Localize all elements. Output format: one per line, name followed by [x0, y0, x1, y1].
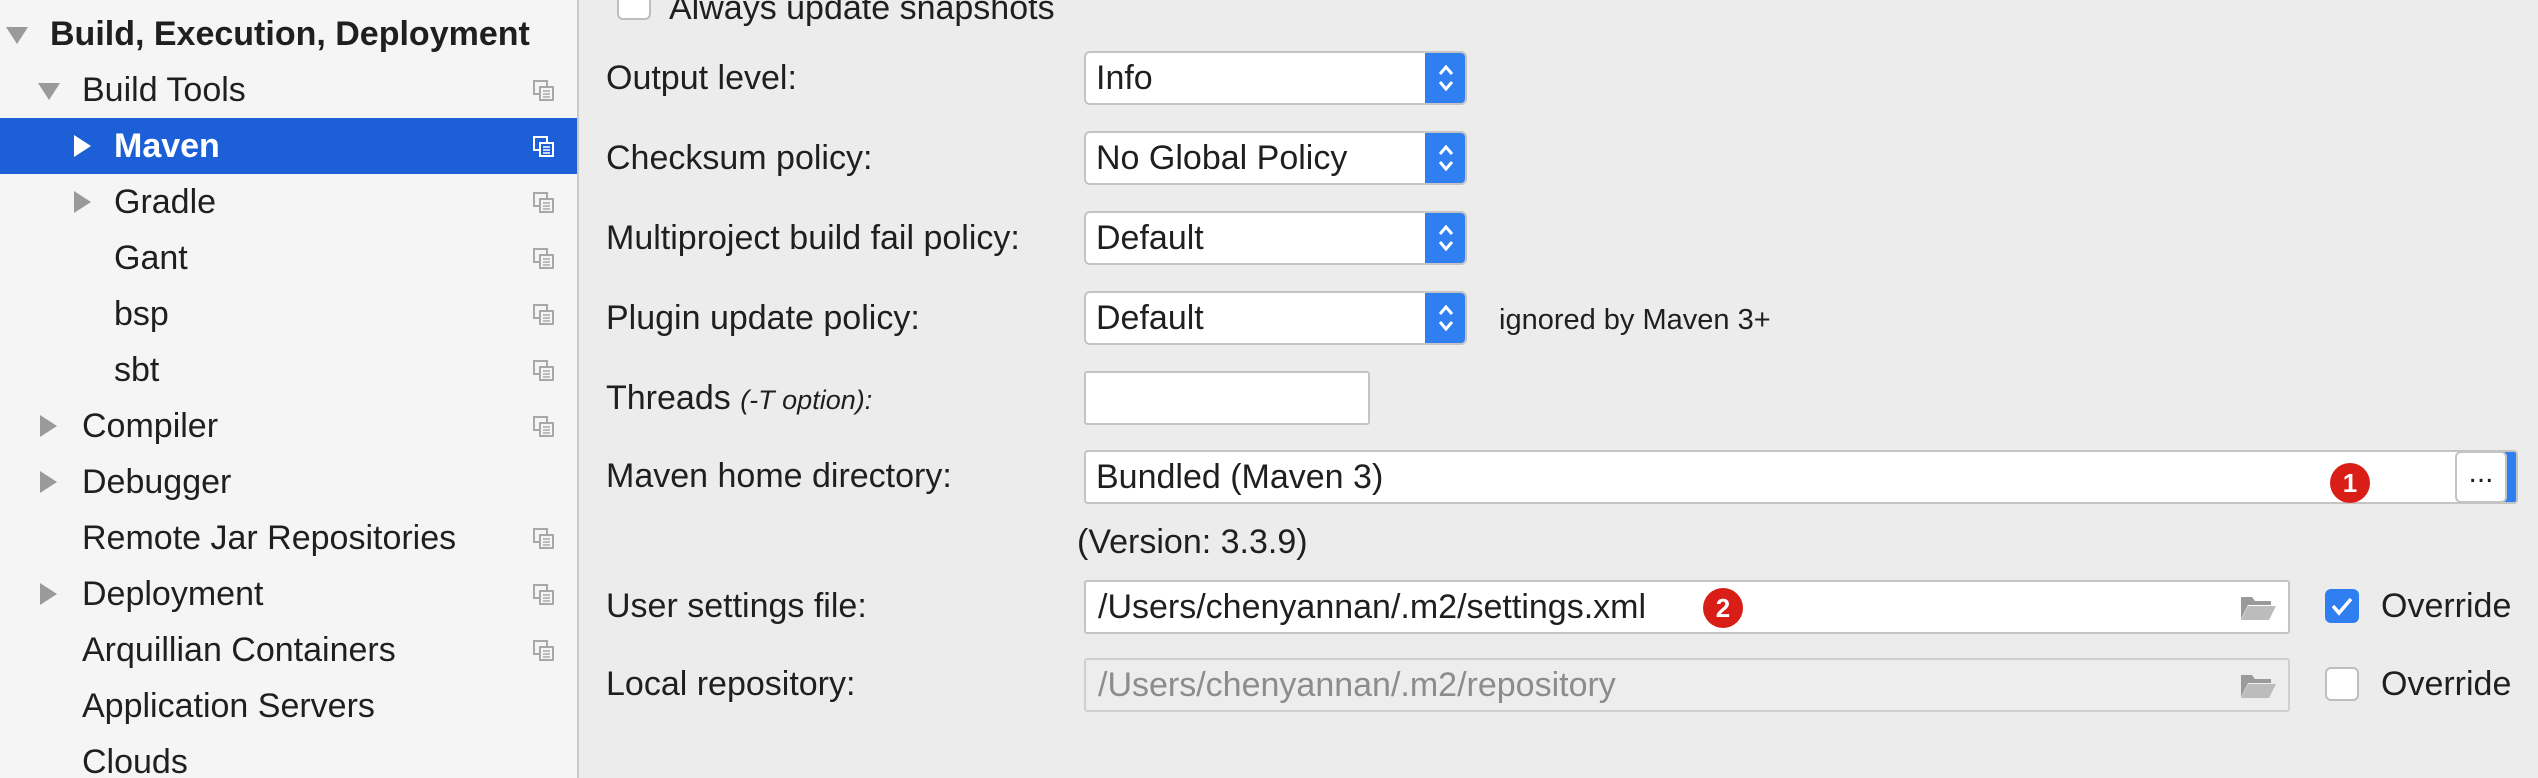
tree-item-bsp[interactable]: bsp	[0, 286, 577, 342]
updown-chevron-icon[interactable]	[1425, 213, 1465, 263]
project-level-icon	[533, 192, 554, 213]
project-level-icon	[533, 360, 554, 381]
tree-item-label: Gradle	[114, 182, 217, 221]
tree-item-label: Deployment	[82, 574, 264, 613]
tree-item-label: Compiler	[82, 406, 219, 445]
local-repository-value: /Users/chenyannan/.m2/repository	[1098, 666, 1616, 704]
checkmark-icon	[2331, 597, 2353, 616]
updown-chevron-icon[interactable]	[1425, 133, 1465, 183]
expand-arrow-icon[interactable]	[38, 83, 60, 100]
always-update-snapshots-label: Always update snapshots	[669, 0, 1055, 27]
tree-item-application-servers[interactable]: Application Servers	[0, 678, 577, 734]
project-level-icon	[533, 640, 554, 661]
tree-item-remote-jar-repositories[interactable]: Remote Jar Repositories	[0, 510, 577, 566]
tree-item-compiler[interactable]: Compiler	[0, 398, 577, 454]
multiproject-fail-policy-value: Default	[1096, 219, 1204, 257]
maven-version-label: (Version: 3.3.9)	[1077, 523, 1308, 561]
plugin-update-policy-note: ignored by Maven 3+	[1499, 304, 1771, 336]
user-settings-override-checkbox[interactable]	[2325, 589, 2359, 623]
output-level-label: Output level:	[606, 59, 797, 97]
project-level-icon	[533, 136, 554, 157]
expand-arrow-icon[interactable]	[74, 135, 91, 157]
expand-arrow-icon[interactable]	[6, 27, 28, 44]
local-repository-override-label: Override	[2381, 665, 2512, 703]
tree-item-label: Debugger	[82, 462, 232, 501]
tree-item-debugger[interactable]: Debugger	[0, 454, 577, 510]
project-level-icon	[533, 80, 554, 101]
project-level-icon	[533, 416, 554, 437]
tree-item-arquillian-containers[interactable]: Arquillian Containers	[0, 622, 577, 678]
threads-label-text: Threads	[606, 379, 731, 417]
threads-input[interactable]	[1084, 371, 1370, 425]
plugin-update-policy-value: Default	[1096, 299, 1204, 337]
tree-item-label: Gant	[114, 238, 188, 277]
tree-item-deployment[interactable]: Deployment	[0, 566, 577, 622]
plugin-update-policy-label: Plugin update policy:	[606, 299, 920, 337]
user-settings-input[interactable]: /Users/chenyannan/.m2/settings.xml	[1084, 580, 2290, 634]
output-level-value: Info	[1096, 59, 1153, 97]
tree-item-label: Arquillian Containers	[82, 630, 396, 669]
local-repository-input[interactable]: /Users/chenyannan/.m2/repository	[1084, 658, 2290, 712]
multiproject-fail-policy-select[interactable]: Default	[1084, 211, 1467, 265]
tree-item-gant[interactable]: Gant	[0, 230, 577, 286]
annotation-badge-1: 1	[2330, 463, 2370, 503]
maven-home-value: Bundled (Maven 3)	[1096, 458, 1384, 496]
tree-item-label: Build Tools	[82, 70, 246, 109]
checksum-policy-value: No Global Policy	[1096, 139, 1348, 177]
tree-item-label: bsp	[114, 294, 169, 333]
checksum-policy-select[interactable]: No Global Policy	[1084, 131, 1467, 185]
maven-home-select[interactable]: Bundled (Maven 3)	[1084, 450, 2518, 504]
threads-hint: (-T option):	[740, 385, 873, 415]
expand-arrow-icon[interactable]	[74, 191, 91, 213]
tree-item-label: Build, Execution, Deployment	[50, 14, 530, 53]
updown-chevron-icon[interactable]	[1425, 293, 1465, 343]
maven-settings-panel: Always update snapshots Output level: In…	[579, 0, 2538, 778]
tree-item-sbt[interactable]: sbt	[0, 342, 577, 398]
expand-arrow-icon[interactable]	[40, 415, 57, 437]
tree-item-label: Clouds	[82, 742, 188, 778]
expand-arrow-icon[interactable]	[40, 471, 57, 493]
expand-arrow-icon[interactable]	[40, 583, 57, 605]
output-level-select[interactable]: Info	[1084, 51, 1467, 105]
checksum-policy-label: Checksum policy:	[606, 139, 873, 177]
always-update-snapshots-checkbox[interactable]	[617, 0, 651, 20]
threads-label: Threads (-T option):	[606, 378, 872, 420]
multiproject-fail-policy-label: Multiproject build fail policy:	[606, 219, 1020, 257]
updown-chevron-icon[interactable]	[1425, 53, 1465, 103]
browse-maven-home-button[interactable]: ...	[2455, 451, 2507, 503]
project-level-icon	[533, 528, 554, 549]
folder-open-icon[interactable]	[2239, 592, 2277, 622]
project-level-icon	[533, 584, 554, 605]
user-settings-label: User settings file:	[606, 587, 867, 625]
maven-home-label: Maven home directory:	[606, 457, 952, 495]
tree-item-label: Application Servers	[82, 686, 375, 725]
folder-open-icon[interactable]	[2239, 670, 2277, 700]
tree-item-build-tools[interactable]: Build Tools	[0, 62, 577, 118]
user-settings-value: /Users/chenyannan/.m2/settings.xml	[1098, 588, 1647, 626]
local-repository-label: Local repository:	[606, 665, 856, 703]
plugin-update-policy-select[interactable]: Default	[1084, 291, 1467, 345]
project-level-icon	[533, 304, 554, 325]
tree-item-label: Maven	[114, 126, 220, 165]
settings-tree: Build, Execution, Deployment Build Tools…	[0, 0, 579, 778]
tree-item-maven[interactable]: Maven	[0, 118, 577, 174]
annotation-badge-2: 2	[1703, 588, 1743, 628]
tree-item-build-execution-deployment[interactable]: Build, Execution, Deployment	[0, 6, 577, 62]
project-level-icon	[533, 248, 554, 269]
tree-item-clouds[interactable]: Clouds	[0, 734, 577, 778]
user-settings-override-label: Override	[2381, 587, 2512, 625]
tree-item-gradle[interactable]: Gradle	[0, 174, 577, 230]
local-repository-override-checkbox[interactable]	[2325, 667, 2359, 701]
tree-item-label: Remote Jar Repositories	[82, 518, 457, 557]
tree-item-label: sbt	[114, 350, 160, 389]
